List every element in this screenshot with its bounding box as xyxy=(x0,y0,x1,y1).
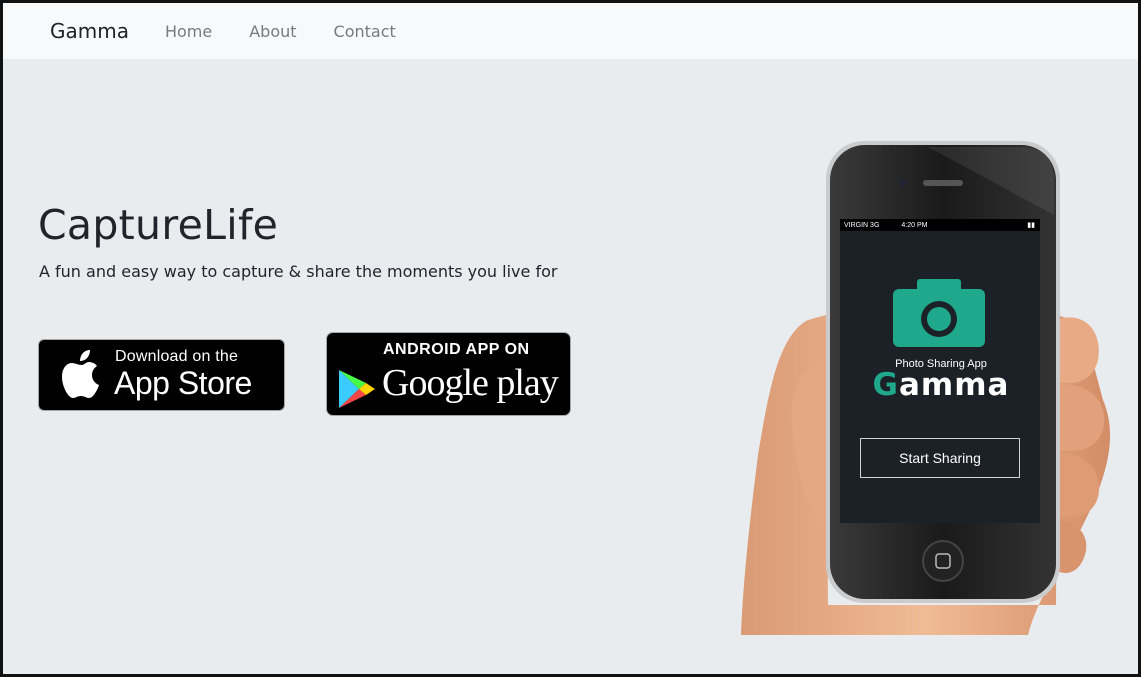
status-carrier: VIRGIN 3G xyxy=(844,221,880,229)
nav-link-about[interactable]: About xyxy=(249,22,296,41)
navbar: Gamma Home About Contact xyxy=(3,3,1138,59)
app-store-big-text: App Store xyxy=(114,365,252,401)
apple-icon xyxy=(62,350,99,398)
app-name-rest: amma xyxy=(899,367,1010,403)
battery-icon: ▮▮ xyxy=(1027,222,1035,229)
nav-link-home[interactable]: Home xyxy=(165,22,212,41)
google-play-big-text: Google play xyxy=(382,362,559,404)
nav-link-contact[interactable]: Contact xyxy=(334,22,396,41)
brand-link[interactable]: Gamma xyxy=(50,19,129,43)
app-store-small-text: Download on the xyxy=(115,348,239,365)
app-name-first-letter: G xyxy=(872,367,899,403)
google-play-top-text: ANDROID APP ON xyxy=(383,341,530,358)
google-play-badge[interactable]: ANDROID APP ON Google play xyxy=(326,332,571,416)
phone-status-bar: VIRGIN 3G 4:20 PM ▮▮ xyxy=(840,219,1039,231)
camera-icon xyxy=(893,279,985,347)
app-store-badge[interactable]: Download on the App Store xyxy=(38,339,285,411)
status-time: 4:20 PM xyxy=(901,221,928,229)
app-name: Gamma xyxy=(865,367,1017,403)
hero-title: CaptureLife xyxy=(38,201,279,249)
hero-subtitle: A fun and easy way to capture & share th… xyxy=(39,262,558,281)
start-sharing-button[interactable]: Start Sharing xyxy=(860,438,1020,478)
google-play-icon xyxy=(339,370,375,408)
page-frame: Gamma Home About Contact CaptureLife A f… xyxy=(0,0,1141,677)
